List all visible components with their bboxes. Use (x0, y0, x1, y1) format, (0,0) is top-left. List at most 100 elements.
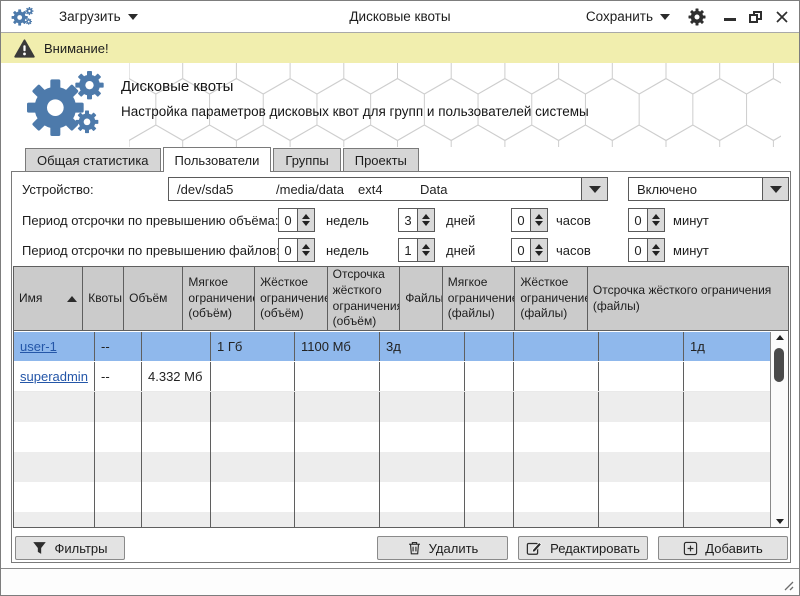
column-header-hard-volume[interactable]: Жёсткое ограничение (объём) (255, 267, 328, 330)
spin-up-icon[interactable] (422, 244, 430, 249)
column-header-hard-files[interactable]: Жёсткое ограничение (файлы) (515, 267, 588, 330)
cell-soft-volume (211, 362, 295, 391)
minimize-icon[interactable] (724, 18, 736, 21)
grace-volume-weeks-spinbox[interactable]: 0 (278, 208, 315, 232)
tab-projects[interactable]: Проекты (343, 148, 419, 171)
spin-up-icon[interactable] (302, 214, 310, 219)
grace-files-minutes-spinbox[interactable]: 0 (628, 238, 665, 262)
spinbox-arrows[interactable] (297, 239, 314, 261)
load-menu-label: Загрузить (59, 9, 121, 24)
spin-up-icon[interactable] (302, 244, 310, 249)
scroll-up-button[interactable] (771, 335, 788, 340)
grace-files-hours-spinbox[interactable]: 0 (511, 238, 548, 262)
table-row-superadmin[interactable]: superadmin -- 4.332 Мб (14, 362, 770, 392)
spin-down-icon[interactable] (535, 251, 543, 256)
device-select[interactable]: /dev/sda5 /media/data ext4 Data (168, 177, 608, 201)
page-header: Дисковые квоты Настройка параметров диск… (1, 63, 799, 147)
device-label: Устройство: (22, 182, 94, 197)
spin-down-icon[interactable] (652, 251, 660, 256)
grace-files-days-spinbox[interactable]: 1 (398, 238, 435, 262)
column-header-grace-volume[interactable]: Отсрочка жёсткого ограничения (объём) (328, 267, 401, 330)
empty-row (14, 422, 770, 452)
column-header-files[interactable]: Файлы (400, 267, 443, 330)
spinbox-arrows[interactable] (530, 209, 547, 231)
spin-up-icon[interactable] (535, 244, 543, 249)
cell-hard-volume: 1100 Мб (295, 332, 380, 361)
empty-row (14, 512, 770, 527)
spin-down-icon[interactable] (302, 251, 310, 256)
column-header-volume[interactable]: Объём (124, 267, 183, 330)
spinbox-arrows[interactable] (530, 239, 547, 261)
users-panel: Устройство: /dev/sda5 /media/data ext4 D… (11, 171, 791, 563)
quota-status-select[interactable]: Включено (628, 177, 789, 201)
settings-gear-icon[interactable] (688, 8, 706, 26)
warning-triangle-icon (14, 39, 35, 58)
user-link[interactable]: superadmin (20, 369, 88, 384)
cell-volume: 4.332 Мб (142, 362, 211, 391)
grace-volume-hours-spinbox[interactable]: 0 (511, 208, 548, 232)
grace-volume-days-spinbox[interactable]: 3 (398, 208, 435, 232)
quota-status-dropdown-button[interactable] (762, 178, 788, 200)
cell-files (465, 362, 514, 391)
scrollbar-thumb[interactable] (774, 348, 784, 382)
column-header-soft-volume[interactable]: Мягкое ограничение (объём) (183, 267, 255, 330)
spin-down-icon[interactable] (422, 251, 430, 256)
load-menu-button[interactable]: Загрузить (59, 9, 138, 24)
sort-ascending-icon (67, 296, 77, 302)
chevron-down-icon (660, 14, 670, 20)
user-link[interactable]: user-1 (20, 339, 57, 354)
close-icon[interactable] (775, 10, 789, 24)
column-header-name[interactable]: Имя (14, 267, 83, 330)
tab-groups[interactable]: Группы (273, 148, 340, 171)
spin-up-icon[interactable] (652, 244, 660, 249)
edit-label: Редактировать (550, 541, 640, 556)
column-header-quotas[interactable]: Квоты (83, 267, 124, 330)
save-menu-button[interactable]: Сохранить (586, 9, 670, 24)
vertical-scrollbar[interactable] (770, 332, 788, 527)
grace-volume-minutes-spinbox[interactable]: 0 (628, 208, 665, 232)
spin-up-icon[interactable] (422, 214, 430, 219)
filters-button[interactable]: Фильтры (15, 536, 125, 560)
scroll-down-button[interactable] (771, 519, 788, 524)
spinbox-arrows[interactable] (647, 209, 664, 231)
quota-status-value: Включено (629, 182, 697, 197)
column-header-soft-files[interactable]: Мягкое ограничение (файлы) (443, 267, 516, 330)
grace-files-days-value: 1 (399, 239, 417, 261)
spin-up-icon[interactable] (652, 214, 660, 219)
table-row-user-1[interactable]: user-1 -- 1 Гб 1100 Мб 3д 1д (14, 332, 770, 362)
restore-front-square (749, 14, 758, 23)
spin-down-icon[interactable] (302, 221, 310, 226)
restore-icon[interactable] (749, 11, 762, 23)
spin-down-icon[interactable] (422, 221, 430, 226)
cell-quotas: -- (95, 332, 142, 361)
spin-down-icon[interactable] (652, 221, 660, 226)
resize-grip[interactable] (781, 578, 795, 592)
grace-files-weeks-value: 0 (279, 239, 297, 261)
spin-up-icon[interactable] (535, 214, 543, 219)
device-name: Data (412, 182, 447, 197)
cell-soft-files (514, 332, 599, 361)
page-title: Дисковые квоты (121, 78, 589, 95)
chevron-down-icon (128, 14, 138, 20)
spinbox-arrows[interactable] (417, 239, 434, 261)
tab-general-statistics[interactable]: Общая статистика (25, 148, 161, 171)
device-select-dropdown-button[interactable] (581, 178, 607, 200)
grace-files-weeks-spinbox[interactable]: 0 (278, 238, 315, 262)
scroll-up-icon (776, 335, 784, 340)
add-button[interactable]: Добавить (658, 536, 788, 560)
spinbox-arrows[interactable] (417, 209, 434, 231)
edit-button[interactable]: Редактировать (518, 536, 648, 560)
filter-funnel-icon (32, 540, 47, 556)
cell-soft-volume: 1 Гб (211, 332, 295, 361)
column-header-label: Имя (19, 291, 42, 307)
chevron-down-icon (589, 186, 601, 193)
spin-down-icon[interactable] (535, 221, 543, 226)
delete-button[interactable]: Удалить (377, 536, 508, 560)
tab-users[interactable]: Пользователи (163, 147, 272, 172)
column-header-grace-files[interactable]: Отсрочка жёсткого ограничения (файлы) (588, 267, 788, 330)
app-gears-icon (11, 7, 35, 27)
spinbox-arrows[interactable] (647, 239, 664, 261)
cell-grace-files (684, 362, 770, 391)
hours-unit-label: часов (556, 243, 591, 258)
spinbox-arrows[interactable] (297, 209, 314, 231)
